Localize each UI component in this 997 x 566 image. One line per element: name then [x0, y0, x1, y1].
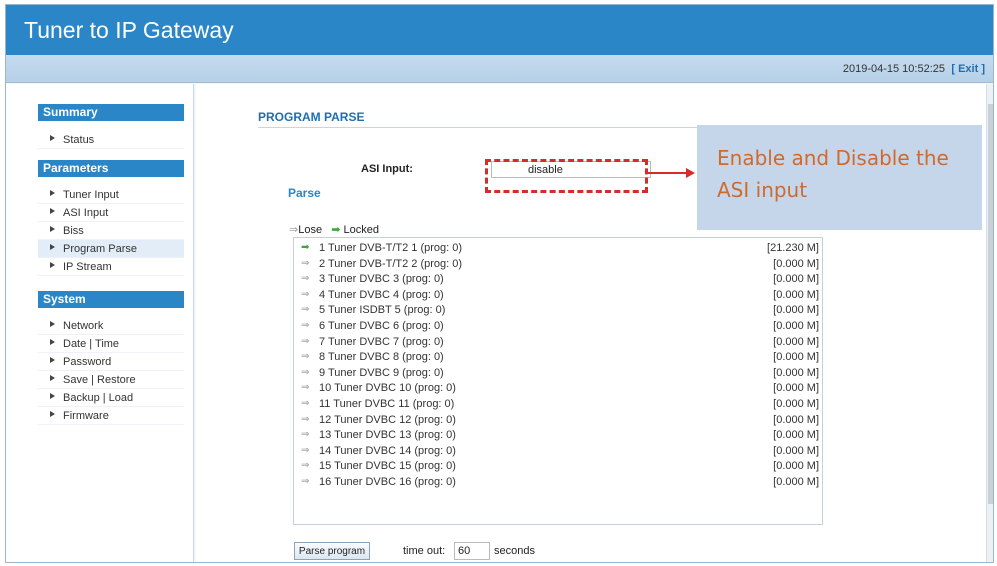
- status-legend: ⇒Lose ➡ Locked: [289, 223, 379, 236]
- lose-arrow-icon: ⇒: [301, 351, 310, 363]
- tuner-row[interactable]: ⇒ 10 Tuner DVBC 10 (prog: 0) [0.000 M]: [301, 382, 821, 397]
- tuner-row[interactable]: ⇒ 3 Tuner DVBC 3 (prog: 0) [0.000 M]: [301, 273, 821, 288]
- sidebar-item-network[interactable]: Network: [38, 317, 184, 335]
- lose-arrow-icon: ⇒: [301, 273, 310, 285]
- lose-arrow-icon: ⇒: [301, 257, 310, 269]
- tuner-row[interactable]: ⇒ 5 Tuner ISDBT 5 (prog: 0) [0.000 M]: [301, 304, 821, 319]
- sidebar-item-date-time[interactable]: Date | Time: [38, 335, 184, 353]
- lose-arrow-icon: ⇒: [301, 366, 310, 378]
- sidebar-item-program-parse[interactable]: Program Parse: [38, 240, 184, 258]
- callout-arrow-line: [648, 172, 688, 174]
- tuner-row[interactable]: ⇒ 8 Tuner DVBC 8 (prog: 0) [0.000 M]: [301, 351, 821, 366]
- triangle-right-icon: [50, 262, 55, 268]
- asi-input-label: ASI Input:: [361, 163, 413, 175]
- triangle-right-icon: [50, 208, 55, 214]
- timeout-label: time out:: [403, 545, 446, 557]
- tuner-row[interactable]: ⇒ 7 Tuner DVBC 7 (prog: 0) [0.000 M]: [301, 336, 821, 351]
- lose-arrow-icon: ⇒: [301, 460, 310, 472]
- sidebar-section-system: System Network Date | Time Password Save…: [38, 291, 184, 425]
- locked-arrow-icon: ➡: [331, 224, 341, 236]
- sidebar-section-summary: Summary Status: [38, 104, 184, 149]
- datetime-display: 2019-04-15 10:52:25: [842, 63, 945, 75]
- tuner-row[interactable]: ⇒ 11 Tuner DVBC 11 (prog: 0) [0.000 M]: [301, 398, 821, 413]
- sidebar-nav: Summary Status Parameters Tuner Input AS…: [6, 84, 194, 562]
- app-header: Tuner to IP Gateway: [6, 5, 993, 55]
- lose-arrow-icon: ⇒: [289, 224, 299, 236]
- triangle-right-icon: [50, 411, 55, 417]
- lose-arrow-icon: ⇒: [301, 288, 310, 300]
- tuner-row[interactable]: ⇒ 15 Tuner DVBC 15 (prog: 0) [0.000 M]: [301, 460, 821, 475]
- triangle-right-icon: [50, 357, 55, 363]
- page-title: PROGRAM PARSE: [258, 110, 365, 124]
- lose-arrow-icon: ⇒: [301, 335, 310, 347]
- triangle-right-icon: [50, 244, 55, 250]
- lose-arrow-icon: ⇒: [301, 320, 310, 331]
- tuner-row[interactable]: ⇒ 12 Tuner DVBC 12 (prog: 0) [0.000 M]: [301, 414, 821, 429]
- tuner-row[interactable]: ⇒ 6 Tuner DVBC 6 (prog: 0) [0.000 M]: [301, 320, 821, 335]
- sidebar-item-biss[interactable]: Biss: [38, 222, 184, 240]
- tuner-row[interactable]: ⇒ 4 Tuner DVBC 4 (prog: 0) [0.000 M]: [301, 289, 821, 304]
- triangle-right-icon: [50, 393, 55, 399]
- lose-arrow-icon: ⇒: [301, 398, 310, 409]
- tuner-row[interactable]: ⇒ 16 Tuner DVBC 16 (prog: 0) [0.000 M]: [301, 476, 821, 491]
- callout-arrow-icon: [686, 168, 695, 178]
- lose-arrow-icon: ⇒: [301, 304, 310, 316]
- app-title: Tuner to IP Gateway: [24, 17, 234, 43]
- lose-arrow-icon: ⇒: [301, 444, 310, 456]
- sidebar-item-backup-load[interactable]: Backup | Load: [38, 389, 184, 407]
- lose-arrow-icon: ⇒: [301, 382, 310, 394]
- sidebar-heading-parameters: Parameters: [38, 160, 184, 177]
- sidebar-heading-system: System: [38, 291, 184, 308]
- tuner-row[interactable]: ⇒ 13 Tuner DVBC 13 (prog: 0) [0.000 M]: [301, 429, 821, 444]
- scrollbar-thumb[interactable]: [988, 104, 993, 504]
- annotation-text: Enable and Disable the ASI input: [717, 146, 949, 202]
- tuner-row[interactable]: ➡ 1 Tuner DVB-T/T2 1 (prog: 0) [21.230 M]: [301, 242, 821, 257]
- seconds-label: seconds: [494, 545, 535, 557]
- sidebar-section-parameters: Parameters Tuner Input ASI Input Biss Pr…: [38, 160, 184, 276]
- info-bar: 2019-04-15 10:52:25 [ Exit ]: [6, 55, 993, 83]
- parse-program-button[interactable]: Parse program: [294, 542, 370, 560]
- sidebar-item-firmware[interactable]: Firmware: [38, 407, 184, 425]
- lose-arrow-icon: ⇒: [301, 429, 310, 441]
- tuner-row[interactable]: ⇒ 9 Tuner DVBC 9 (prog: 0) [0.000 M]: [301, 367, 821, 382]
- lose-arrow-icon: ⇒: [301, 413, 310, 425]
- sidebar-item-save-restore[interactable]: Save | Restore: [38, 371, 184, 389]
- timeout-input[interactable]: 60: [454, 542, 490, 560]
- tuner-list: ➡ 1 Tuner DVB-T/T2 1 (prog: 0) [21.230 M] …: [293, 237, 823, 525]
- lose-label: Lose: [298, 224, 323, 236]
- triangle-right-icon: [50, 135, 55, 141]
- triangle-right-icon: [50, 190, 55, 196]
- sidebar-heading-summary: Summary: [38, 104, 184, 121]
- locked-label: Locked: [343, 224, 380, 236]
- locked-arrow-icon: ➡: [301, 242, 310, 253]
- triangle-right-icon: [50, 321, 55, 327]
- parse-heading: Parse: [288, 186, 321, 200]
- highlight-dashed-box: [485, 159, 648, 193]
- vertical-scrollbar[interactable]: [986, 84, 993, 562]
- lose-arrow-icon: ⇒: [301, 476, 310, 487]
- annotation-callout: Enable and Disable the ASI input: [697, 125, 982, 230]
- app-window: Tuner to IP Gateway 2019-04-15 10:52:25 …: [5, 4, 994, 563]
- triangle-right-icon: [50, 226, 55, 232]
- tuner-row[interactable]: ⇒ 14 Tuner DVBC 14 (prog: 0) [0.000 M]: [301, 445, 821, 460]
- sidebar-item-status[interactable]: Status: [38, 131, 184, 149]
- sidebar-item-ip-stream[interactable]: IP Stream: [38, 258, 184, 276]
- triangle-right-icon: [50, 339, 55, 345]
- tuner-row[interactable]: ⇒ 2 Tuner DVB-T/T2 2 (prog: 0) [0.000 M]: [301, 258, 821, 273]
- sidebar-item-tuner-input[interactable]: Tuner Input: [38, 186, 184, 204]
- sidebar-item-asi-input[interactable]: ASI Input: [38, 204, 184, 222]
- triangle-right-icon: [50, 375, 55, 381]
- exit-link[interactable]: [ Exit ]: [951, 63, 985, 75]
- sidebar-item-password[interactable]: Password: [38, 353, 184, 371]
